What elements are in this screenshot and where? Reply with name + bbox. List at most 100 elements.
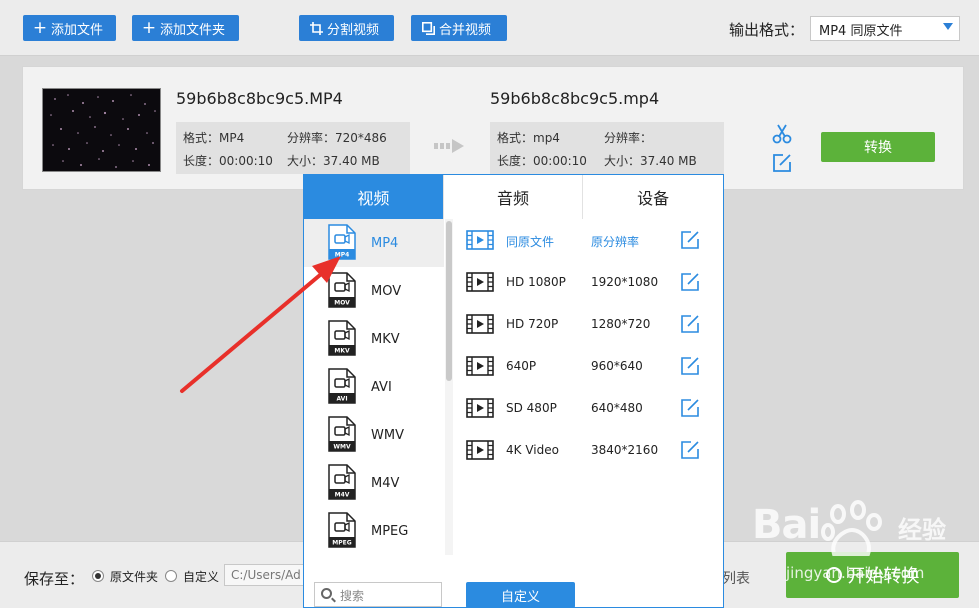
plus-icon: + [141,18,157,38]
edit-preset-icon[interactable] [680,398,700,418]
search-icon [321,588,332,599]
video-thumbnail[interactable] [42,88,161,172]
convert-button[interactable]: 转换 [821,132,935,162]
preset-row[interactable]: 同原文件 原分辨率 [454,219,724,261]
list-link[interactable]: 列表 [722,568,750,588]
tab-video[interactable]: 视频 [304,175,444,219]
source-duration: 长度：00:00:10 [183,154,273,168]
video-file-icon: MKV [328,320,356,356]
preset-name: 同原文件 [506,235,555,249]
source-file-name: 59b6b8c8bc9c5.MP4 [176,89,343,108]
video-file-icon: MPEG [328,512,356,548]
source-info: 格式：MP4 分辨率：720*486 长度：00:00:10 大小：37.40 … [176,122,410,174]
convert-arrow-icon [434,139,464,153]
preset-resolution: 1280*720 [591,317,651,331]
preset-name: 640P [506,359,537,373]
film-icon [466,314,494,334]
preset-resolution: 960*640 [591,359,643,373]
format-item-mpeg[interactable]: MPEG MPEG [304,507,444,555]
format-item-avi[interactable]: AVI AVI [304,363,444,411]
add-folder-button[interactable]: + 添加文件夹 [132,15,239,41]
preset-row[interactable]: 4K Video 3840*2160 [454,429,724,471]
option-original-label: 原文件夹 [110,570,159,584]
output-format-select[interactable]: MP4 同原文件 [810,16,960,41]
format-item-label: MP4 [371,236,399,251]
film-icon [466,230,494,250]
preset-resolution: 640*480 [591,401,643,415]
format-item-m4v[interactable]: M4V M4V [304,459,444,507]
format-list: MP4 MP4 MOV MOV MKV MKV AVI AVI WMV WMV M4V M4V MPEG… [304,219,444,608]
merge-video-button[interactable]: 合并视频 [411,15,507,41]
start-convert-button[interactable]: 开始转换 [786,552,959,598]
split-video-label: 分割视频 [327,22,380,38]
format-badge-text: AVI [336,396,347,403]
target-size: 大小：37.40 MB [604,154,697,168]
preset-resolution: 1920*1080 [591,275,659,289]
edit-preset-icon[interactable] [680,272,700,292]
format-panel: 视频 音频 设备 MP4 MP4 MOV MOV MKV MKV AVI AVI WMV WMV M… [303,174,724,608]
format-item-label: MOV [371,284,402,299]
format-item-mp4[interactable]: MP4 MP4 [304,219,444,267]
search-input[interactable]: 搜索 [314,582,442,607]
source-resolution: 分辨率：720*486 [287,131,387,145]
search-placeholder: 搜索 [340,589,365,603]
format-item-label: M4V [371,476,400,491]
top-toolbar: + 添加文件 + 添加文件夹 分割视频 合并视频 输出格式： MP4 同原文件 [0,0,979,56]
format-tabs: 视频 音频 设备 [304,175,724,219]
format-item-mov[interactable]: MOV MOV [304,267,444,315]
format-item-label: WMV [371,428,404,443]
tab-audio[interactable]: 音频 [443,175,584,219]
custom-preset-button[interactable]: 自定义 [466,582,575,608]
film-icon [466,398,494,418]
edit-preset-icon[interactable] [680,356,700,376]
target-file-name: 59b6b8c8bc9c5.mp4 [490,89,660,108]
preset-name: SD 480P [506,401,557,415]
format-item-wmv[interactable]: WMV WMV [304,411,444,459]
scissors-icon[interactable] [771,123,793,145]
preset-name: 4K Video [506,443,559,457]
film-icon [466,356,494,376]
target-duration: 长度：00:00:10 [497,154,587,168]
preset-row[interactable]: 640P 960*640 [454,345,724,387]
format-badge-text: MOV [334,300,350,307]
video-file-icon: MOV [328,272,356,308]
video-file-icon: WMV [328,416,356,452]
output-path-input[interactable]: C:/Users/Ad [224,564,314,586]
start-convert-label: 开始转换 [847,566,920,587]
film-icon [466,272,494,292]
preset-row[interactable]: SD 480P 640*480 [454,387,724,429]
format-item-label: AVI [371,380,392,395]
tab-device[interactable]: 设备 [583,175,724,219]
save-to-label: 保存至： [24,570,85,588]
edit-preset-icon[interactable] [680,440,700,460]
edit-icon[interactable] [771,152,793,174]
file-actions [771,123,793,177]
preset-row[interactable]: HD 720P 1280*720 [454,303,724,345]
add-file-label: 添加文件 [51,22,104,38]
radio-original-folder[interactable] [92,570,104,582]
plus-icon: + [32,18,48,38]
radio-custom-folder[interactable] [165,570,177,582]
format-badge-text: MP4 [335,252,350,259]
video-file-icon: AVI [328,368,356,404]
edit-preset-icon[interactable] [680,314,700,334]
format-item-mkv[interactable]: MKV MKV [304,315,444,363]
format-badge-text: MPEG [332,540,351,547]
split-video-button[interactable]: 分割视频 [299,15,394,41]
target-info: 格式：mp4 分辨率： 长度：00:00:10 大小：37.40 MB [490,122,724,174]
preset-list: 同原文件 原分辨率 HD 1080P 1920*1080 HD 720P 1280*720… [454,219,724,549]
add-file-button[interactable]: + 添加文件 [23,15,116,41]
edit-preset-icon[interactable] [680,230,700,250]
format-badge-text: WMV [333,444,351,451]
target-format: 格式：mp4 [497,131,560,145]
output-format-label: 输出格式： [729,21,805,39]
crop-icon [309,21,323,35]
scrollbar-thumb[interactable] [446,221,452,381]
preset-resolution: 原分辨率 [591,235,640,249]
file-row: 59b6b8c8bc9c5.MP4 59b6b8c8bc9c5.mp4 格式：M… [22,66,964,190]
option-custom-label: 自定义 [183,570,220,584]
format-list-scrollbar[interactable] [445,219,453,555]
source-size: 大小：37.40 MB [287,154,380,168]
preset-row[interactable]: HD 1080P 1920*1080 [454,261,724,303]
video-file-icon: MP4 [328,224,356,260]
